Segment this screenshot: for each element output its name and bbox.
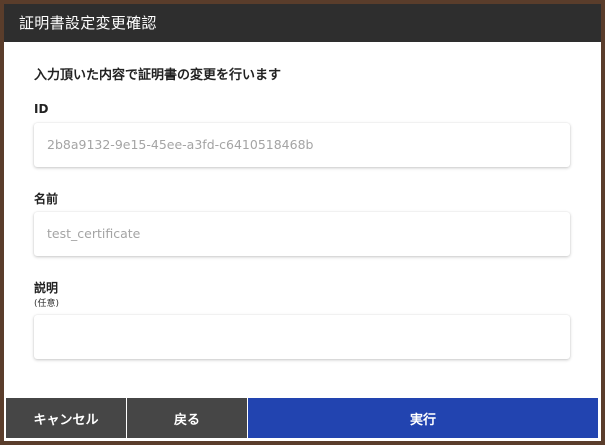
certificate-change-confirm-dialog: 証明書設定変更確認 入力頂いた内容で証明書の変更を行います ID 2b8a913…: [4, 4, 601, 441]
back-button[interactable]: 戻る: [127, 398, 247, 438]
id-field: 2b8a9132-9e15-45ee-a3fd-c6410518468b: [34, 123, 570, 167]
description-field[interactable]: [34, 315, 570, 359]
dialog-title: 証明書設定変更確認: [19, 14, 157, 32]
description-optional-note: (任意): [34, 299, 60, 309]
dialog-body: 入力頂いた内容で証明書の変更を行います ID 2b8a9132-9e15-45e…: [4, 42, 601, 398]
name-label: 名前: [34, 192, 59, 206]
name-field: test_certificate: [34, 212, 570, 256]
description-input[interactable]: [34, 315, 570, 359]
intro-text: 入力頂いた内容で証明書の変更を行います: [34, 68, 282, 83]
dialog-titlebar: 証明書設定変更確認: [4, 4, 601, 42]
dialog-footer: キャンセル 戻る 実行: [4, 398, 601, 441]
description-label: 説明: [34, 281, 59, 295]
id-value: 2b8a9132-9e15-45ee-a3fd-c6410518468b: [47, 137, 314, 152]
cancel-button[interactable]: キャンセル: [6, 398, 126, 438]
execute-button[interactable]: 実行: [248, 398, 598, 438]
name-value: test_certificate: [47, 226, 141, 241]
id-label: ID: [34, 102, 49, 116]
